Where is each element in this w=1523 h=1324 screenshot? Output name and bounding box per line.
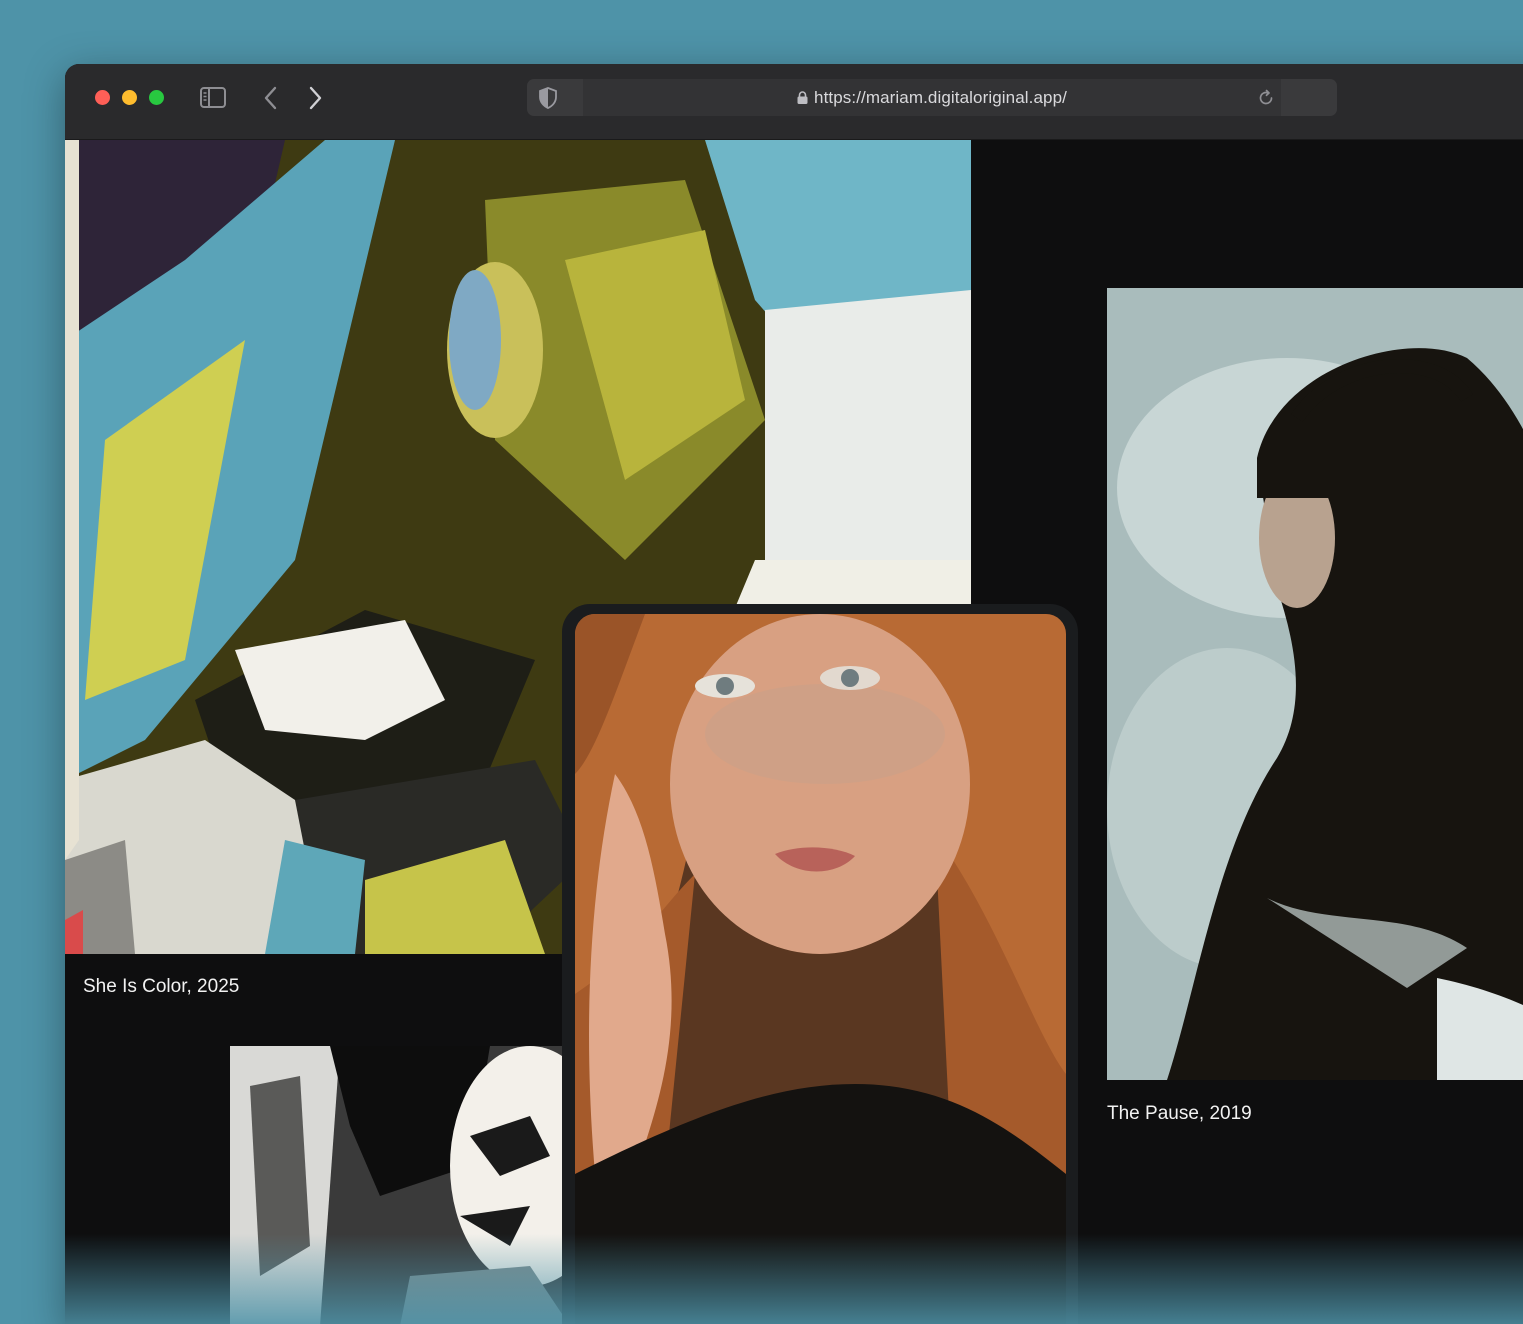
minimize-window-button[interactable] xyxy=(122,90,137,105)
privacy-shield-icon[interactable] xyxy=(537,87,559,109)
gallery-page: She Is Color, 2025 The Pause, 2019 xyxy=(65,140,1523,1324)
url-field[interactable]: https://mariam.digitaloriginal.app/ xyxy=(583,79,1281,116)
artwork-the-pause[interactable] xyxy=(1107,288,1523,1080)
close-window-button[interactable] xyxy=(95,90,110,105)
artwork-ink-portrait[interactable] xyxy=(230,1046,590,1324)
sidebar-toggle-icon[interactable] xyxy=(199,85,227,111)
address-bar[interactable]: https://mariam.digitaloriginal.app/ xyxy=(527,79,1337,116)
artist-portrait-photo[interactable] xyxy=(575,614,1066,1324)
zoom-window-button[interactable] xyxy=(149,90,164,105)
artwork-caption: She Is Color, 2025 xyxy=(83,976,240,997)
browser-window: https://mariam.digitaloriginal.app/ She … xyxy=(65,64,1523,1324)
reload-icon[interactable] xyxy=(1257,89,1275,107)
back-arrow-icon[interactable] xyxy=(257,85,285,111)
url-text: https://mariam.digitaloriginal.app/ xyxy=(583,88,1281,108)
forward-arrow-icon[interactable] xyxy=(301,85,329,111)
artwork-caption: The Pause, 2019 xyxy=(1107,1103,1252,1124)
lock-icon xyxy=(797,91,808,104)
url-label: https://mariam.digitaloriginal.app/ xyxy=(814,88,1067,107)
browser-toolbar: https://mariam.digitaloriginal.app/ xyxy=(65,64,1523,140)
